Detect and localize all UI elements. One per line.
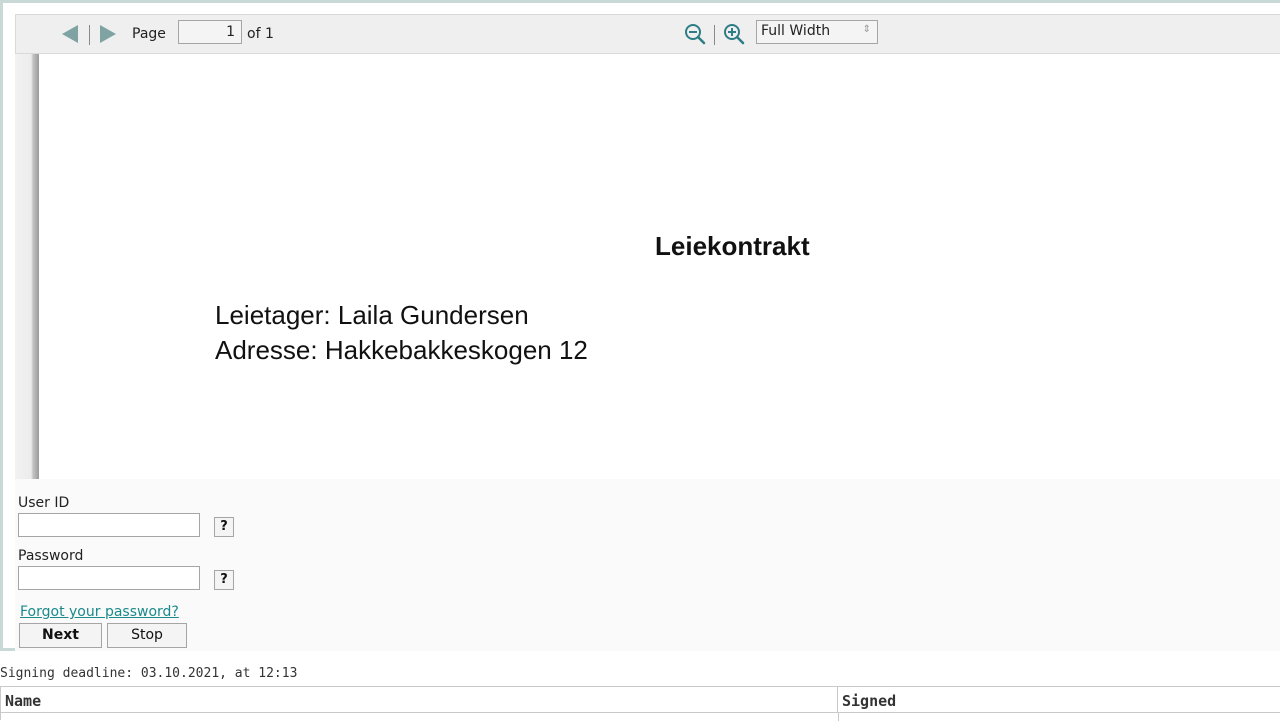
document-line-tenant: Leietager: Laila Gundersen <box>215 300 529 330</box>
page-edge-shadow <box>15 54 39 479</box>
signers-table: Name Signed <box>0 686 1280 721</box>
column-header-signed: Signed <box>838 687 1280 713</box>
next-button[interactable]: Next <box>19 623 102 648</box>
zoom-in-icon <box>724 24 745 45</box>
toolbar-separator <box>714 25 715 45</box>
signing-frame: Page of 1 Full Width ⇕ Leiekontrakt <box>0 0 1280 651</box>
toolbar-separator <box>89 25 90 45</box>
user-id-input[interactable] <box>18 513 200 537</box>
document-toolbar: Page of 1 Full Width ⇕ <box>15 14 1280 54</box>
signing-deadline: Signing deadline: 03.10.2021, at 12:13 <box>0 666 298 681</box>
password-help-button[interactable]: ? <box>214 570 234 590</box>
forgot-password-link[interactable]: Forgot your password? <box>20 604 179 620</box>
column-header-name: Name <box>1 687 838 713</box>
triangle-left-icon <box>62 25 78 43</box>
triangle-right-icon <box>100 25 116 43</box>
previous-page-button[interactable] <box>60 24 80 48</box>
select-arrows-icon: ⇕ <box>862 24 871 35</box>
page-label: Page <box>132 26 166 42</box>
password-label: Password <box>18 548 84 564</box>
zoom-out-button[interactable] <box>684 23 706 49</box>
page-count-label: of 1 <box>247 26 274 42</box>
zoom-out-icon <box>685 24 706 45</box>
zoom-in-button[interactable] <box>723 23 745 49</box>
user-id-help-button[interactable]: ? <box>214 517 234 537</box>
document-title: Leiekontrakt <box>655 231 810 261</box>
document-viewer[interactable]: Leiekontrakt Leietager: Laila Gundersen … <box>15 54 1280 479</box>
zoom-level-value: Full Width <box>761 23 831 39</box>
zoom-level-select[interactable]: Full Width ⇕ <box>756 20 878 44</box>
user-id-label: User ID <box>18 495 70 511</box>
stop-button[interactable]: Stop <box>107 623 187 648</box>
password-input[interactable] <box>18 566 200 590</box>
page-number-input[interactable] <box>178 20 242 44</box>
document-line-address: Adresse: Hakkebakkeskogen 12 <box>215 335 588 365</box>
next-page-button[interactable] <box>98 24 118 48</box>
login-form: User ID ? Password ? Forgot your passwor… <box>15 479 1280 651</box>
